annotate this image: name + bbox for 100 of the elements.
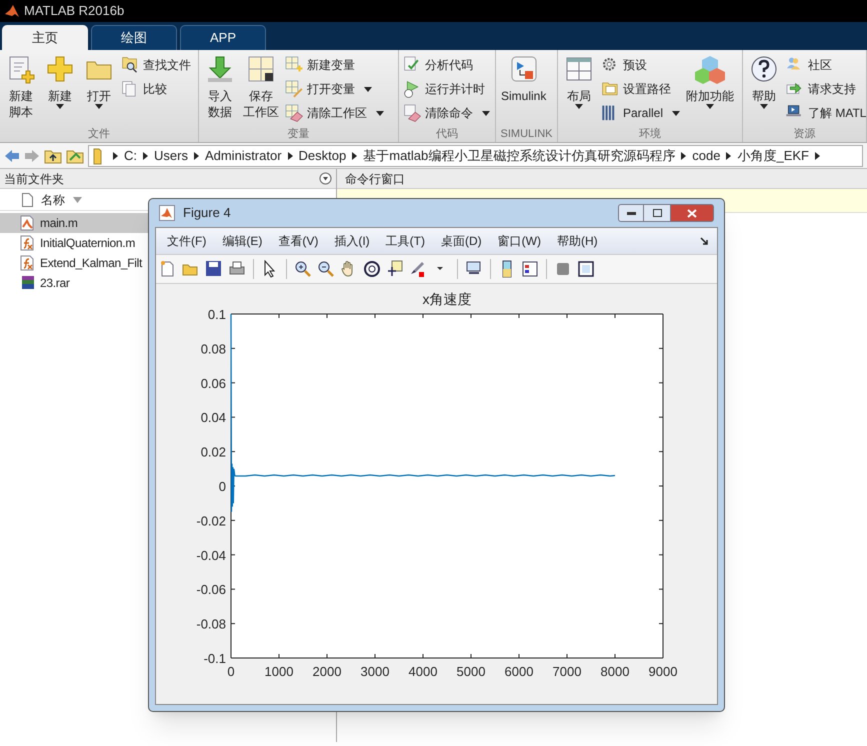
path-separator-icon bbox=[113, 152, 118, 160]
menu-item[interactable]: 编辑(E) bbox=[215, 232, 270, 250]
close-button[interactable] bbox=[670, 204, 714, 222]
forward-arrow-icon bbox=[24, 148, 40, 162]
ribbon-button[interactable]: 帮助 bbox=[746, 54, 782, 126]
path-segment[interactable]: code bbox=[692, 146, 720, 166]
x-tick-label: 4000 bbox=[408, 664, 438, 679]
y-tick-label: 0.02 bbox=[200, 444, 226, 460]
path-separator-icon bbox=[352, 152, 358, 160]
minimize-icon bbox=[626, 212, 636, 214]
ribbon-button[interactable]: 布局 bbox=[561, 54, 597, 126]
ribbon-button[interactable]: 新建 bbox=[42, 54, 78, 126]
tab[interactable]: 主页 bbox=[2, 25, 88, 50]
tab[interactable]: APP bbox=[180, 25, 266, 50]
column-title: 名称 bbox=[41, 192, 65, 208]
x-tick-label: 7000 bbox=[552, 664, 582, 679]
path-segment[interactable]: 基于matlab编程小卫星磁控系统设计仿真研究源码程序 bbox=[363, 146, 676, 166]
browse-folder-icon bbox=[66, 148, 84, 164]
square-icon[interactable] bbox=[554, 260, 572, 278]
path-segment[interactable]: Users bbox=[154, 146, 188, 166]
ribbon-button[interactable]: 保存 工作区 bbox=[241, 54, 281, 126]
brush-icon[interactable] bbox=[409, 260, 427, 278]
sort-arrow-icon bbox=[73, 196, 82, 202]
file-row[interactable]: main.m bbox=[0, 213, 148, 233]
file-icon bbox=[20, 255, 35, 271]
ribbon-button[interactable]: 附加功能 bbox=[684, 54, 736, 126]
menu-item[interactable]: 帮助(H) bbox=[550, 232, 605, 250]
ribbon-icon bbox=[120, 55, 140, 75]
ribbon-button[interactable]: 导入 数据 bbox=[202, 54, 238, 126]
menu-item[interactable]: 窗口(W) bbox=[490, 232, 548, 250]
file-row[interactable]: InitialQuaternion.m bbox=[0, 233, 148, 253]
path-segment[interactable]: C: bbox=[124, 146, 137, 166]
folder-up-icon bbox=[44, 148, 62, 164]
ribbon-button[interactable]: 清除工作区 bbox=[284, 102, 385, 124]
window-icon[interactable] bbox=[577, 260, 595, 278]
window-title: MATLAB R2016b bbox=[24, 2, 124, 20]
zoom-in-icon[interactable] bbox=[294, 260, 312, 278]
ribbon-group-label: 资源 bbox=[792, 127, 816, 142]
menu-item[interactable]: 工具(T) bbox=[378, 232, 432, 250]
menu-item[interactable]: 桌面(D) bbox=[434, 232, 489, 250]
file-icon bbox=[22, 192, 33, 206]
ribbon-group-label: 代码 bbox=[435, 127, 459, 142]
ribbon-button[interactable]: 请求支持 bbox=[785, 78, 866, 100]
x-tick-label: 1000 bbox=[264, 664, 294, 679]
ribbon-button[interactable]: 打开 bbox=[81, 54, 117, 126]
file-row[interactable]: 23.rar bbox=[0, 273, 148, 293]
ribbon-icon bbox=[205, 54, 235, 84]
menu-item[interactable]: 查看(V) bbox=[271, 232, 326, 250]
ribbon-icon bbox=[695, 54, 726, 84]
path-separator-icon bbox=[143, 152, 148, 160]
data-cursor-icon[interactable] bbox=[386, 260, 404, 278]
path-segment[interactable]: Administrator bbox=[204, 146, 282, 166]
rotate-icon[interactable] bbox=[363, 260, 381, 278]
ribbon-button[interactable]: 预设 bbox=[600, 54, 682, 76]
ribbon-button[interactable]: 比较 bbox=[120, 78, 192, 100]
path-segment[interactable]: Desktop bbox=[298, 146, 346, 166]
x-tick-label: 8000 bbox=[600, 664, 630, 679]
ribbon-button[interactable]: 设置路径 bbox=[600, 78, 682, 100]
menu-item[interactable]: 文件(F) bbox=[160, 232, 214, 250]
menu-item[interactable]: 插入(I) bbox=[327, 232, 377, 250]
y-tick-label: 0.06 bbox=[200, 376, 226, 391]
ribbon-button[interactable]: 清除命令 bbox=[402, 102, 491, 124]
file-row[interactable]: Extend_Kalman_Filt bbox=[0, 253, 148, 273]
y-tick-label: 0.04 bbox=[200, 410, 226, 426]
zoom-out-icon[interactable] bbox=[317, 260, 335, 278]
panel-title: 当前文件夹 bbox=[4, 170, 64, 188]
y-tick-label: 0.08 bbox=[200, 341, 226, 356]
ribbon-button[interactable]: 了解 MATL bbox=[785, 102, 866, 124]
dock-arrow-icon bbox=[700, 236, 709, 246]
ribbon-button[interactable]: 社区 bbox=[785, 54, 866, 76]
y-tick-label: -0.08 bbox=[196, 616, 226, 632]
ribbon-button[interactable]: Parallel bbox=[600, 102, 682, 124]
path-segment[interactable]: 小角度_EKF bbox=[737, 146, 809, 166]
ribbon-icon bbox=[45, 54, 75, 84]
ribbon-button[interactable]: 新建变量 bbox=[284, 54, 385, 76]
ribbon-icon bbox=[749, 54, 779, 84]
path-separator-icon bbox=[681, 152, 686, 160]
path-separator-icon bbox=[288, 152, 293, 160]
tab[interactable]: 绘图 bbox=[91, 25, 177, 50]
legend-icon[interactable] bbox=[521, 260, 539, 278]
maximize-button[interactable] bbox=[644, 204, 670, 222]
y-tick-label: 0 bbox=[218, 479, 226, 494]
ribbon-button[interactable]: 新建 脚本 bbox=[3, 54, 39, 126]
ribbon-button[interactable]: 打开变量 bbox=[284, 78, 385, 100]
y-tick-label: -0.1 bbox=[204, 651, 226, 666]
ribbon-group-label: 文件 bbox=[87, 127, 111, 142]
ribbon-button[interactable]: 运行并计时 bbox=[402, 78, 491, 100]
ribbon-icon bbox=[284, 103, 304, 123]
panel-menu-icon[interactable] bbox=[319, 172, 332, 185]
ribbon-button[interactable]: 查找文件 bbox=[120, 54, 192, 76]
minimize-button[interactable] bbox=[618, 204, 644, 222]
save-icon[interactable] bbox=[205, 260, 223, 278]
chart-title: x角速度 bbox=[422, 291, 472, 307]
path-separator-icon bbox=[726, 152, 732, 160]
ribbon-button[interactable]: 分析代码 bbox=[402, 54, 491, 76]
ribbon-group-label: 环境 bbox=[638, 127, 662, 142]
x-tick-label: 3000 bbox=[360, 664, 390, 679]
x-tick-label: 5000 bbox=[456, 664, 486, 679]
ribbon-button[interactable]: Simulink bbox=[499, 54, 548, 126]
file-icon bbox=[20, 275, 35, 291]
